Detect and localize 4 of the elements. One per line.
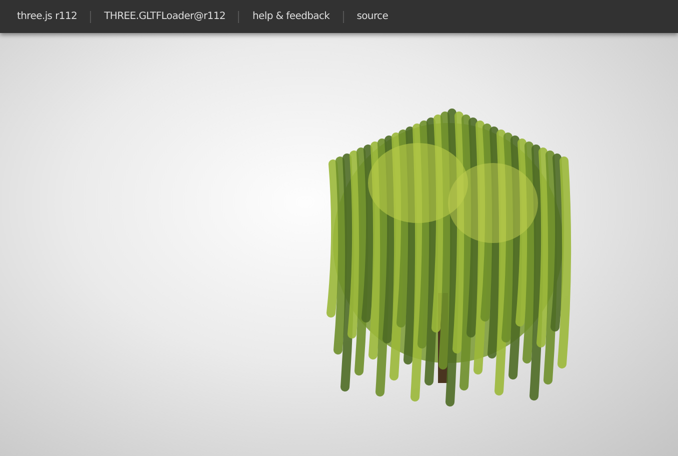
menu-link[interactable]: help & feedback bbox=[239, 11, 343, 22]
menu-link[interactable]: three.js r112 bbox=[4, 11, 90, 22]
menu-link[interactable]: THREE.GLTFLoader@r112 bbox=[91, 11, 238, 22]
menu-link[interactable]: source bbox=[344, 11, 402, 22]
